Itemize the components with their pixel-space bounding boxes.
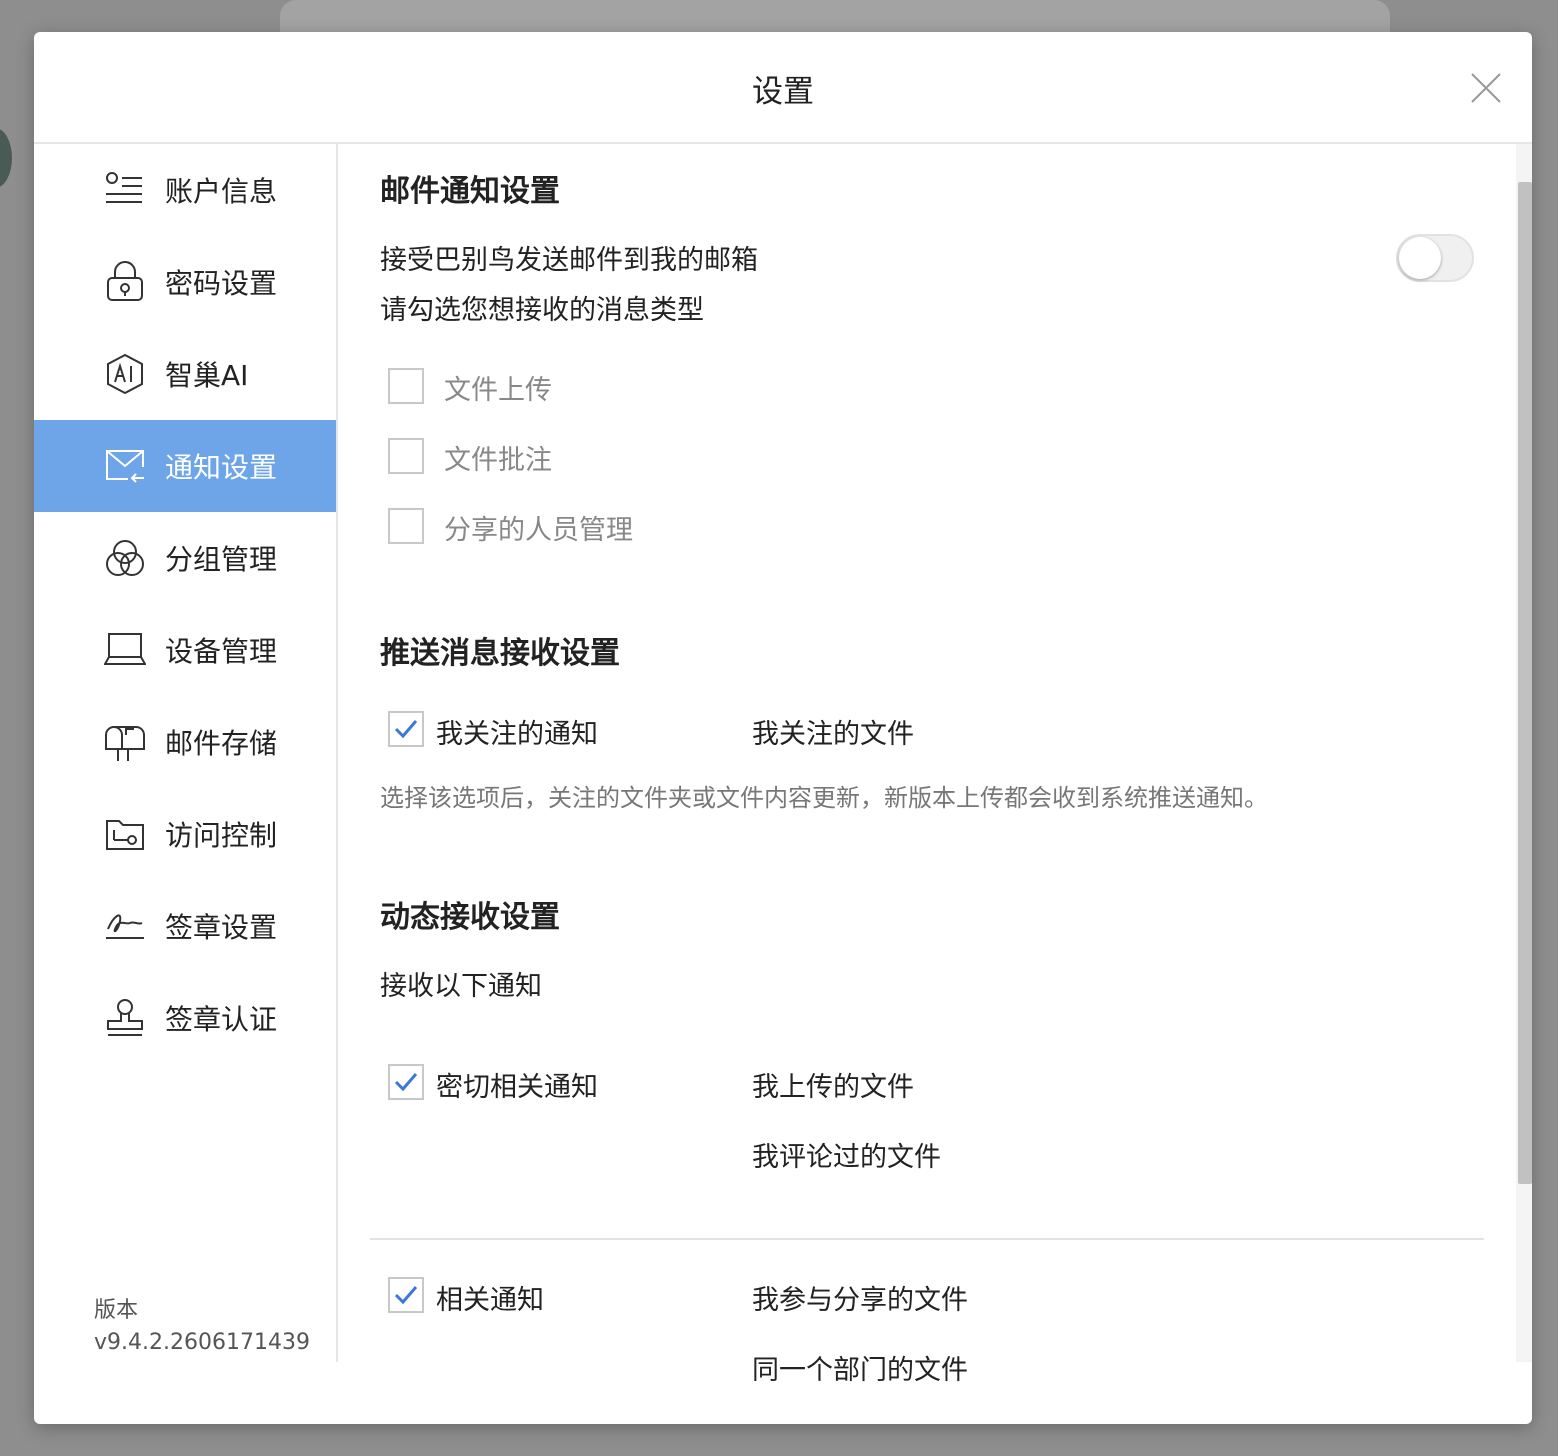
sidebar-item-label: 访问控制 [165,819,278,852]
background-avatar [0,128,12,188]
mailbox-icon [105,726,145,761]
scope-uploaded-files: 我上传的文件 [752,1072,914,1103]
push-scope-followed-files: 我关注的文件 [752,719,914,750]
checkbox-label-share-member-management: 分享的人员管理 [444,515,633,546]
sidebar-item-access-control[interactable]: 访问控制 [34,788,336,880]
checkbox-label-related: 相关通知 [436,1285,544,1316]
sidebar-item-label: 智巢AI [165,359,249,392]
stamp-icon [107,999,143,1036]
checkbox-file-annotation[interactable] [388,438,424,474]
email-types-prompt: 请勾选您想接收的消息类型 [380,295,704,326]
dialog-header: 设置 [34,32,1532,144]
checkbox-file-upload[interactable] [388,368,424,404]
lock-icon [107,261,143,301]
scope-shared-files: 我参与分享的文件 [752,1285,968,1316]
settings-sidebar: 账户信息 密码设置 智巢AI 通知设置 分组管理 设备管理 邮件存储 访问控制 … [34,144,338,1362]
push-section-title: 推送消息接收设置 [380,636,620,671]
sidebar-item-mail-storage[interactable]: 邮件存储 [34,696,336,788]
toggle-knob [1399,237,1441,279]
checkbox-label-closely-related: 密切相关通知 [436,1072,598,1103]
background-app-strip [280,0,1390,32]
close-button[interactable] [1466,68,1506,108]
folder-key-icon [106,820,144,850]
email-accept-label: 接受巴别鸟发送邮件到我的邮箱 [380,245,758,276]
sidebar-item-label: 签章设置 [165,911,278,944]
close-icon [1471,73,1501,103]
sidebar-item-label: 设备管理 [165,635,278,668]
sidebar-item-notifications[interactable]: 通知设置 [34,420,336,512]
group-circles-icon [106,540,144,576]
sidebar-item-label: 邮件存储 [165,727,278,760]
signature-icon [106,914,144,939]
sidebar-item-label: 分组管理 [165,543,278,576]
email-accept-toggle[interactable] [1396,234,1474,282]
check-icon [394,720,418,739]
sidebar-item-groups[interactable]: 分组管理 [34,512,336,604]
notification-settings-panel: 邮件通知设置 接受巴别鸟发送邮件到我的邮箱 请勾选您想接收的消息类型 文件上传 … [338,144,1532,1386]
sidebar-item-password[interactable]: 密码设置 [34,236,336,328]
settings-dialog: 设置 账户信息 密码设置 智巢AI 通知设置 分组管理 设备管理 邮件存储 访问… [34,32,1532,1424]
version-label: 版本 [94,1298,139,1323]
sidebar-item-ai[interactable]: 智巢AI [34,328,336,420]
sidebar-item-label: 账户信息 [165,175,278,208]
activity-prompt: 接收以下通知 [380,971,542,1002]
email-section-title: 邮件通知设置 [380,174,560,209]
sidebar-item-label: 签章认证 [165,1003,278,1036]
dialog-title: 设置 [752,74,814,110]
mail-notification-icon [106,450,144,483]
sidebar-item-label: 密码设置 [165,267,278,300]
section-divider [370,1238,1484,1240]
version-value: v9.4.2.2606171439 [94,1330,310,1355]
sidebar-item-label: 通知设置 [165,451,278,484]
sidebar-item-account-info[interactable]: 账户信息 [34,144,336,236]
checkbox-related[interactable] [388,1277,424,1313]
check-icon [394,1073,418,1092]
checkbox-label-file-annotation: 文件批注 [444,445,552,476]
checkbox-share-member-management[interactable] [388,508,424,544]
checkbox-label-followed-notifications: 我关注的通知 [436,719,598,750]
sidebar-item-signature-settings[interactable]: 签章设置 [34,880,336,972]
check-icon [394,1286,418,1305]
scope-department-files: 同一个部门的文件 [752,1355,968,1386]
sidebar-item-devices[interactable]: 设备管理 [34,604,336,696]
sidebar-item-signature-certification[interactable]: 签章认证 [34,972,336,1064]
account-info-icon [106,172,142,203]
ai-hexagon-icon [107,353,143,395]
laptop-icon [104,633,146,665]
checkbox-followed-notifications[interactable] [388,711,424,747]
checkbox-closely-related[interactable] [388,1064,424,1100]
push-hint: 选择该选项后，关注的文件夹或文件内容更新，新版本上传都会收到系统推送通知。 [380,784,1268,812]
scrollbar-thumb[interactable] [1518,182,1532,1184]
scope-commented-files: 我评论过的文件 [752,1142,941,1173]
checkbox-label-file-upload: 文件上传 [444,375,552,406]
activity-section-title: 动态接收设置 [380,900,560,935]
